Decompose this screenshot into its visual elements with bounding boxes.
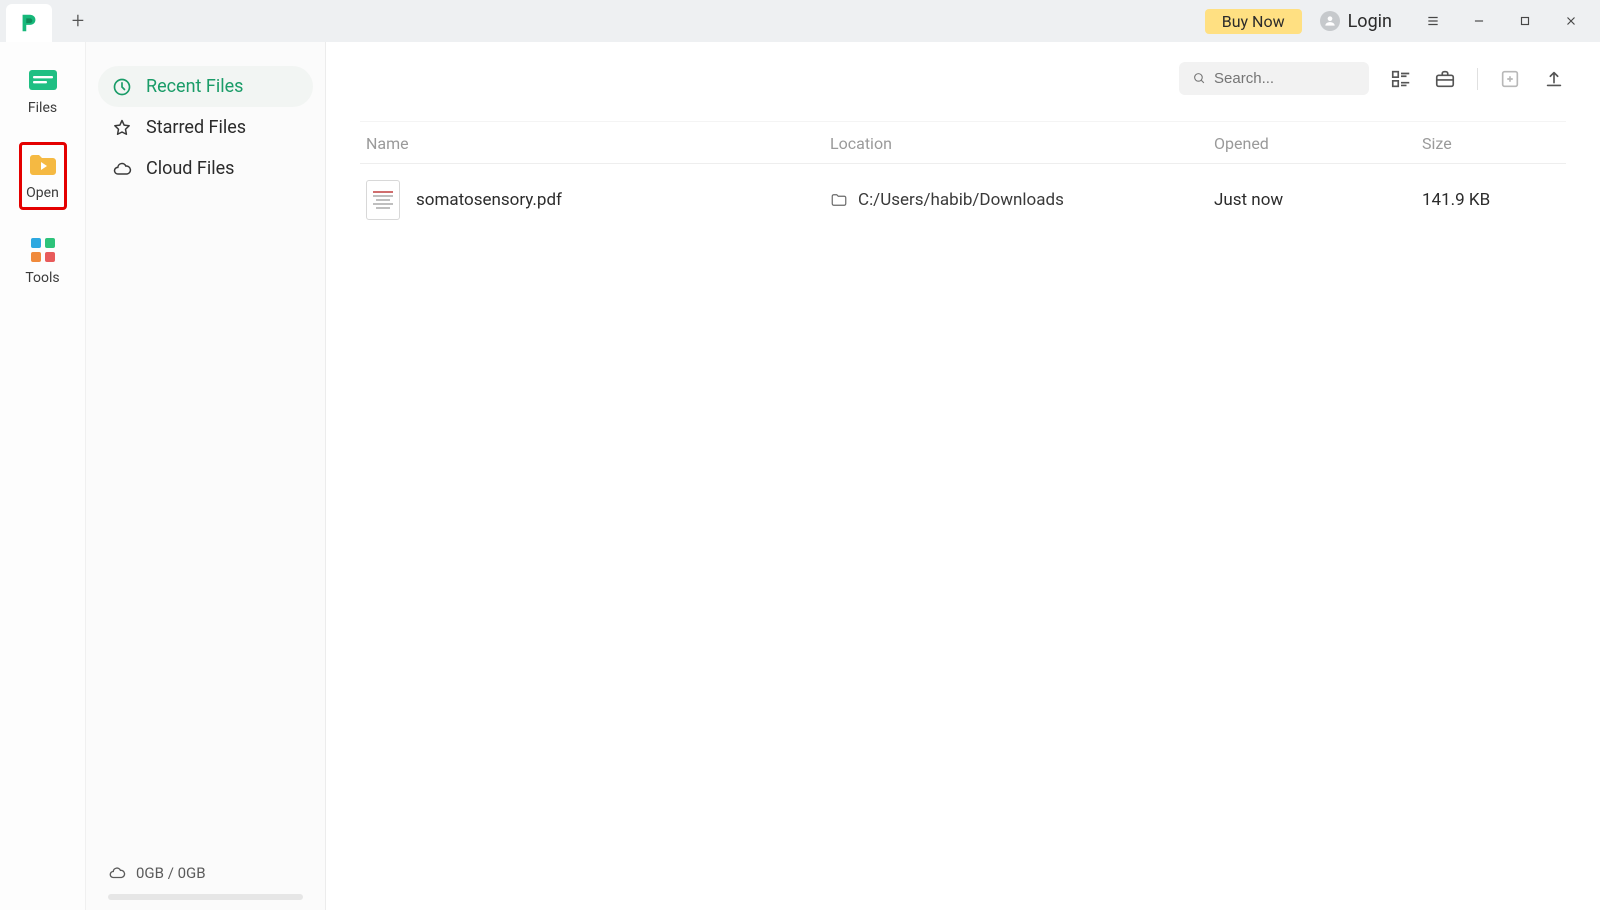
rail-label: Open — [26, 185, 59, 201]
rail-item-tools[interactable]: Tools — [21, 230, 63, 292]
pdf-file-icon — [366, 180, 400, 220]
star-icon — [112, 118, 132, 138]
files-icon — [26, 66, 60, 94]
sidebar-item-starred-files[interactable]: Starred Files — [98, 107, 313, 148]
header-size: Size — [1422, 134, 1566, 153]
sidebar-item-label: Recent Files — [146, 76, 243, 97]
toolbox-button[interactable] — [1433, 67, 1457, 91]
storage-indicator: 0GB / 0GB — [98, 856, 313, 890]
login-label: Login — [1348, 11, 1392, 32]
header-name: Name — [360, 134, 830, 153]
search-input[interactable] — [1214, 70, 1355, 87]
rail-item-files[interactable]: Files — [22, 60, 64, 122]
file-name: somatosensory.pdf — [416, 190, 562, 210]
sidebar: Recent Files Starred Files Cloud Files 0… — [86, 42, 326, 910]
sidebar-item-label: Starred Files — [146, 117, 246, 138]
search-box[interactable] — [1179, 62, 1369, 95]
new-file-button[interactable] — [1498, 67, 1522, 91]
clock-icon — [112, 77, 132, 97]
titlebar: + Buy Now Login — [0, 0, 1600, 42]
new-tab-button[interactable]: + — [62, 5, 94, 37]
file-location: C:/Users/habib/Downloads — [858, 190, 1064, 210]
sidebar-item-recent-files[interactable]: Recent Files — [98, 66, 313, 107]
toolbar-divider — [1477, 68, 1478, 90]
header-location: Location — [830, 134, 1214, 153]
cloud-icon — [108, 864, 126, 882]
sidebar-item-label: Cloud Files — [146, 158, 234, 179]
cloud-icon — [112, 159, 132, 179]
main-panel: Name Location Opened Size somatosensory.… — [326, 42, 1600, 910]
view-list-button[interactable] — [1389, 67, 1413, 91]
table-row[interactable]: somatosensory.pdf C:/Users/habib/Downloa… — [360, 164, 1566, 236]
maximize-button[interactable] — [1502, 0, 1548, 42]
upload-button[interactable] — [1542, 67, 1566, 91]
app-logo-icon — [18, 12, 40, 34]
search-icon — [1193, 71, 1206, 86]
table-header: Name Location Opened Size — [360, 121, 1566, 164]
avatar-icon — [1320, 11, 1340, 31]
sidebar-item-cloud-files[interactable]: Cloud Files — [98, 148, 313, 189]
file-size: 141.9 KB — [1422, 190, 1566, 210]
app-tab[interactable] — [6, 4, 52, 42]
header-opened: Opened — [1214, 134, 1422, 153]
hamburger-menu-button[interactable] — [1410, 0, 1456, 42]
rail-label: Tools — [25, 270, 59, 286]
open-icon — [26, 151, 60, 179]
left-rail: Files Open Tools — [0, 42, 86, 910]
rail-label: Files — [28, 100, 57, 116]
storage-text: 0GB / 0GB — [136, 864, 206, 882]
storage-bar — [108, 894, 303, 900]
toolbar — [360, 62, 1566, 95]
file-opened: Just now — [1214, 190, 1422, 210]
rail-item-open[interactable]: Open — [19, 142, 67, 210]
minimize-button[interactable] — [1456, 0, 1502, 42]
close-button[interactable] — [1548, 0, 1594, 42]
folder-icon — [830, 191, 848, 209]
tools-icon — [26, 236, 60, 264]
buy-now-button[interactable]: Buy Now — [1205, 9, 1302, 34]
login-button[interactable]: Login — [1320, 11, 1392, 32]
